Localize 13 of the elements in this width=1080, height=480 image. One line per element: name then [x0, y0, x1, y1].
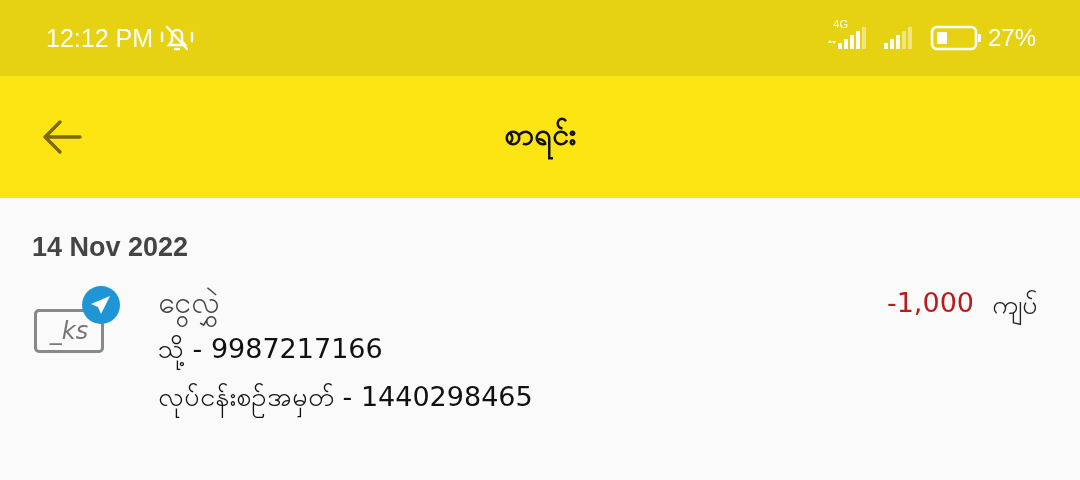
- network-type: 4G: [833, 18, 848, 30]
- date-header: 14 Nov 2022: [32, 232, 190, 263]
- amount: -1,000: [886, 287, 974, 320]
- arrow-icon: [42, 119, 82, 155]
- battery-icon: [929, 25, 982, 51]
- battery-level: 27%: [987, 24, 1036, 52]
- screen-title: စာရင်း: [504, 114, 576, 160]
- clock: 12:12 PM: [46, 23, 153, 53]
- transaction-title: ငွေလွှဲ: [158, 281, 887, 325]
- logo: _ks: [34, 309, 104, 353]
- bell-off-icon: [159, 23, 195, 53]
- currency: ကျပ်: [992, 287, 1038, 327]
- transaction-detail: လုပ်ငန်းစဉ်အမှတ် - 1440298465: [158, 373, 887, 421]
